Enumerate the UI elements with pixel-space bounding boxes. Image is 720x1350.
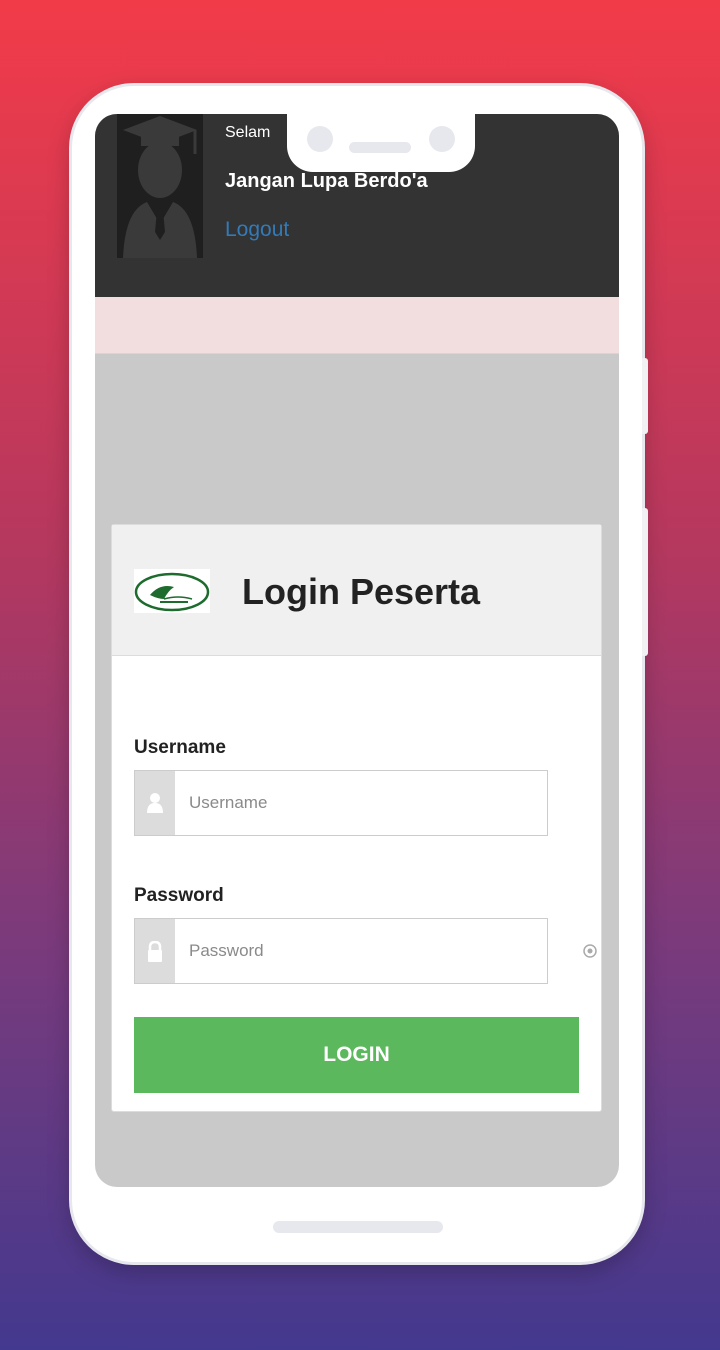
eye-icon[interactable] [583,944,597,963]
login-button[interactable]: LOGIN [134,1017,579,1093]
speaker-icon [349,142,411,153]
login-card-header: Login Peserta [112,525,601,656]
greeting-text: Selam [225,124,271,141]
alert-banner [95,297,619,354]
password-input[interactable] [177,919,549,983]
phone-notch [287,114,475,172]
app-screen: Selam Jangan Lupa Berdo'a Logout Login P… [95,114,619,1187]
username-input[interactable] [177,771,549,835]
power-button [642,508,648,656]
username-input-group [134,770,549,836]
phone-frame: Selam Jangan Lupa Berdo'a Logout Login P… [72,86,648,1262]
password-label: Password [134,885,224,906]
user-icon [135,771,175,835]
username-label: Username [134,737,226,758]
prayer-reminder-text: Jangan Lupa Berdo'a [225,170,428,192]
login-title: Login Peserta [242,571,481,612]
camera-left-icon [307,126,333,152]
graduate-avatar-icon [117,114,203,258]
password-input-group [134,918,549,984]
volume-button [642,358,648,434]
home-indicator [273,1221,443,1233]
login-card: Login Peserta Username Password [111,524,602,1112]
logout-link[interactable]: Logout [225,218,289,242]
camera-right-icon [429,126,455,152]
lock-icon [135,919,175,983]
school-logo [134,569,210,613]
